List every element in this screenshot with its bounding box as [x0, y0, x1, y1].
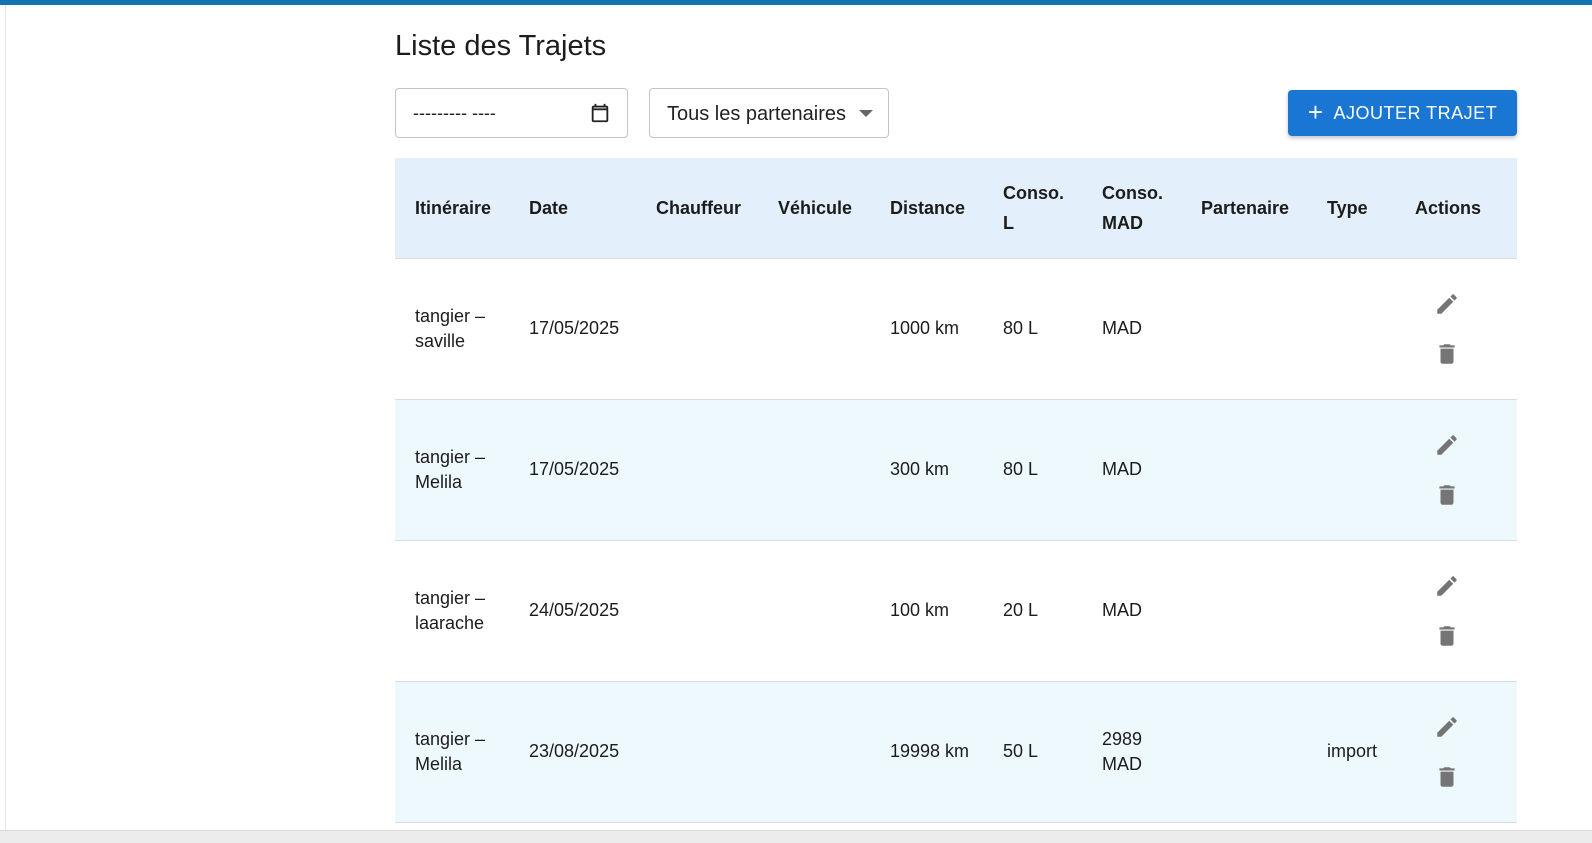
- cell-itineraire: tangier – laarache: [395, 540, 509, 682]
- sidebar-divider: [5, 5, 6, 830]
- delete-icon: [1439, 343, 1455, 364]
- cell-vehicule: [758, 540, 870, 682]
- table-header-row: Itinéraire Date Chauffeur Véhicule Dista…: [395, 158, 1517, 259]
- calendar-icon[interactable]: [589, 102, 611, 124]
- add-trip-button[interactable]: + AJOUTER TRAJET: [1288, 90, 1517, 136]
- trips-table: Itinéraire Date Chauffeur Véhicule Dista…: [395, 158, 1517, 823]
- edit-button[interactable]: [1427, 566, 1467, 606]
- table-row: tangier – Melila 17/05/2025 300 km 80 L …: [395, 399, 1517, 541]
- cell-vehicule: [758, 399, 870, 541]
- delete-button[interactable]: [1427, 334, 1467, 374]
- dropdown-caret-icon: [859, 110, 873, 117]
- window-bottom-edge: [0, 830, 1592, 843]
- edit-button[interactable]: [1427, 284, 1467, 324]
- cell-conso-l: 20 L: [983, 540, 1082, 682]
- cell-distance: 1000 km: [870, 258, 983, 400]
- cell-vehicule: [758, 258, 870, 400]
- delete-icon: [1439, 766, 1455, 787]
- edit-icon: [1437, 716, 1457, 737]
- column-header-conso-mad[interactable]: Conso. MAD: [1082, 158, 1181, 259]
- cell-chauffeur: [636, 540, 758, 682]
- cell-actions: [1395, 540, 1517, 682]
- column-header-date[interactable]: Date: [509, 158, 636, 259]
- cell-distance: 19998 km: [870, 681, 983, 823]
- column-header-conso-l[interactable]: Conso. L: [983, 158, 1082, 259]
- cell-actions: [1395, 399, 1517, 541]
- cell-actions: [1395, 258, 1517, 400]
- column-header-actions: Actions: [1395, 158, 1517, 259]
- delete-button[interactable]: [1427, 757, 1467, 797]
- column-header-vehicule[interactable]: Véhicule: [758, 158, 870, 259]
- cell-date: 17/05/2025: [509, 258, 636, 400]
- cell-conso-mad: 2989 MAD: [1082, 681, 1181, 823]
- cell-chauffeur: [636, 258, 758, 400]
- delete-icon: [1439, 484, 1455, 505]
- cell-itineraire: tangier – saville: [395, 258, 509, 400]
- delete-button[interactable]: [1427, 475, 1467, 515]
- table-row: tangier – Melila 23/08/2025 19998 km 50 …: [395, 681, 1517, 823]
- cell-conso-l: 80 L: [983, 399, 1082, 541]
- cell-type: [1307, 540, 1395, 682]
- cell-partenaire: [1181, 681, 1307, 823]
- cell-date: 17/05/2025: [509, 399, 636, 541]
- cell-conso-l: 50 L: [983, 681, 1082, 823]
- edit-icon: [1437, 293, 1457, 314]
- table-row: tangier – laarache 24/05/2025 100 km 20 …: [395, 540, 1517, 682]
- cell-partenaire: [1181, 258, 1307, 400]
- edit-button[interactable]: [1427, 425, 1467, 465]
- edit-icon: [1437, 575, 1457, 596]
- column-header-partenaire[interactable]: Partenaire: [1181, 158, 1307, 259]
- edit-button[interactable]: [1427, 707, 1467, 747]
- cell-actions: [1395, 681, 1517, 823]
- cell-conso-mad: MAD: [1082, 540, 1181, 682]
- cell-partenaire: [1181, 399, 1307, 541]
- cell-itineraire: tangier – Melila: [395, 399, 509, 541]
- cell-vehicule: [758, 681, 870, 823]
- cell-date: 23/08/2025: [509, 681, 636, 823]
- add-trip-button-label: AJOUTER TRAJET: [1333, 102, 1498, 123]
- column-header-type[interactable]: Type: [1307, 158, 1395, 259]
- cell-distance: 100 km: [870, 540, 983, 682]
- delete-button[interactable]: [1427, 616, 1467, 656]
- edit-icon: [1437, 434, 1457, 455]
- column-header-chauffeur[interactable]: Chauffeur: [636, 158, 758, 259]
- cell-conso-l: 80 L: [983, 258, 1082, 400]
- column-header-itineraire[interactable]: Itinéraire: [395, 158, 509, 259]
- delete-icon: [1439, 625, 1455, 646]
- cell-conso-mad: MAD: [1082, 258, 1181, 400]
- cell-date: 24/05/2025: [509, 540, 636, 682]
- cell-type: import: [1307, 681, 1395, 823]
- cell-itineraire: tangier – Melila: [395, 681, 509, 823]
- top-app-bar-edge: [0, 0, 1592, 5]
- plus-icon: +: [1307, 96, 1324, 127]
- column-header-distance[interactable]: Distance: [870, 158, 983, 259]
- cell-chauffeur: [636, 681, 758, 823]
- cell-partenaire: [1181, 540, 1307, 682]
- date-filter-field[interactable]: [395, 88, 628, 138]
- cell-distance: 300 km: [870, 399, 983, 541]
- cell-conso-mad: MAD: [1082, 399, 1181, 541]
- cell-type: [1307, 258, 1395, 400]
- cell-chauffeur: [636, 399, 758, 541]
- cell-type: [1307, 399, 1395, 541]
- date-filter-input[interactable]: [413, 103, 583, 124]
- page-title: Liste des Trajets: [395, 30, 607, 62]
- partner-filter-select[interactable]: Tous les partenaires: [649, 88, 889, 138]
- partner-filter-value: Tous les partenaires: [667, 103, 846, 125]
- table-row: tangier – saville 17/05/2025 1000 km 80 …: [395, 258, 1517, 400]
